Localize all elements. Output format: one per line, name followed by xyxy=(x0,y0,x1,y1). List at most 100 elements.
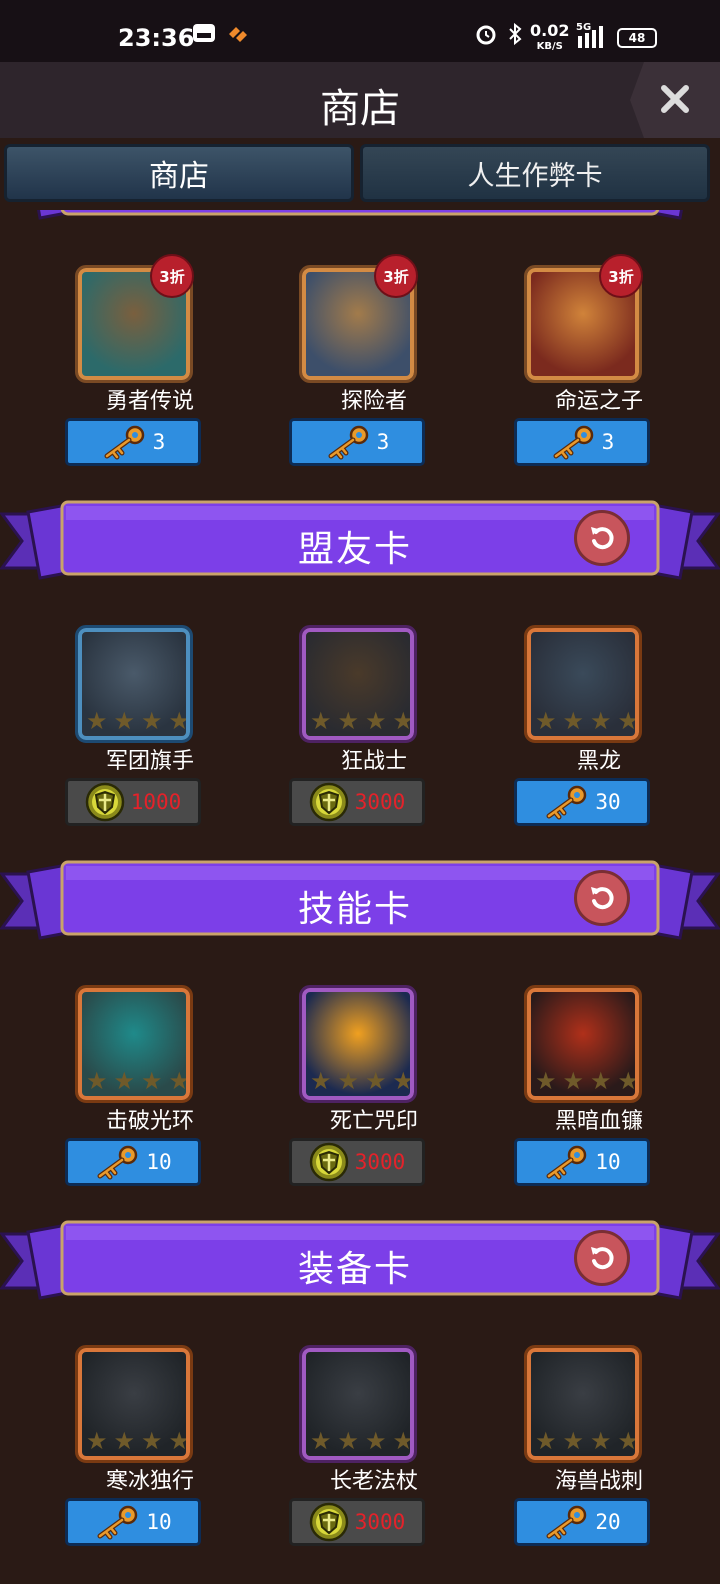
shop-item[interactable]: 3折 勇者传说 3 xyxy=(65,254,265,468)
star-icon: ★ xyxy=(86,707,108,735)
star-icon: ★ xyxy=(562,1427,584,1455)
refresh-button[interactable] xyxy=(574,1230,630,1286)
discount-badge: 3折 xyxy=(150,254,194,298)
item-portrait[interactable]: ★ ★ ★ ★ xyxy=(299,985,417,1103)
buy-button[interactable]: 10 xyxy=(65,1138,201,1186)
star-icon: ★ xyxy=(535,1427,557,1455)
key-icon xyxy=(104,425,144,460)
star-icon: ★ xyxy=(617,707,639,735)
star-rating: ★ ★ ★ ★ xyxy=(310,707,414,735)
network-speed: 0.02 KB/S xyxy=(530,21,570,53)
item-name: 命运之子 xyxy=(554,389,643,414)
star-icon: ★ xyxy=(617,1427,639,1455)
shop-item[interactable]: ★ ★ ★ ★ 黑龙 30 xyxy=(514,625,714,828)
section-title: 盟友卡 xyxy=(297,529,412,570)
item-portrait[interactable]: ★ ★ ★ ★ xyxy=(299,625,417,743)
buy-button[interactable]: 3 xyxy=(289,418,425,466)
shop-item[interactable]: ★ ★ ★ ★ 军团旗手 1000 xyxy=(65,625,265,828)
star-icon: ★ xyxy=(337,707,359,735)
shop-item[interactable]: ★ ★ ★ ★ 海兽战刺 20 xyxy=(514,1345,714,1548)
shop-item[interactable]: ★ ★ ★ ★ 击破光环 10 xyxy=(65,985,265,1188)
item-portrait[interactable]: ★ ★ ★ ★ xyxy=(75,625,193,743)
buy-button[interactable]: 10 xyxy=(65,1498,201,1546)
section-banner-0: 资质卡 xyxy=(0,210,720,230)
buy-button[interactable]: 3000 xyxy=(289,778,425,826)
item-portrait[interactable]: ★ ★ ★ ★ xyxy=(299,1345,417,1463)
star-rating: ★ ★ ★ ★ xyxy=(310,1429,410,1453)
item-portrait[interactable]: ★ ★ ★ ★ xyxy=(524,1345,642,1463)
refresh-button[interactable] xyxy=(574,510,630,566)
shop-item[interactable]: 3折 探险者 3 xyxy=(289,254,489,468)
buy-button[interactable]: 3000 xyxy=(289,1138,425,1186)
ribbon-background xyxy=(37,210,683,220)
shop-item[interactable]: 3折命运之子 3 xyxy=(514,254,714,468)
key-icon xyxy=(546,1505,587,1540)
shop-item[interactable]: ★ ★ ★ ★ 长老法杖 3000 xyxy=(289,1345,489,1548)
network-speed-value: 0.02 xyxy=(530,21,570,40)
price-value: 3000 xyxy=(354,1150,406,1174)
item-portrait[interactable]: ★ ★ ★ ★ xyxy=(524,625,642,743)
item-portrait[interactable]: ★ ★ ★ ★ xyxy=(524,985,642,1103)
star-icon: ★ xyxy=(140,1427,163,1455)
shop-item[interactable]: ★ ★ ★ ★ 死亡咒印 3000 xyxy=(289,985,489,1188)
shop-list[interactable]: 资质卡3折勇者传说33折探险者33折命运之子3盟友卡★★★★军团旗手1000★★… xyxy=(0,210,720,1584)
item-name: 海兽战刺 xyxy=(554,1469,643,1494)
key-icon xyxy=(553,425,593,460)
item-name: 寒冰独行 xyxy=(105,1469,194,1494)
star-icon: ★ xyxy=(562,1067,584,1095)
star-icon: ★ xyxy=(364,1067,387,1095)
app-icon xyxy=(226,22,250,48)
star-icon: ★ xyxy=(617,1067,639,1095)
price-value: 3000 xyxy=(354,790,406,814)
buy-button[interactable]: 3 xyxy=(65,418,201,466)
refresh-icon xyxy=(591,527,614,550)
star-rating: ★ ★ ★ ★ xyxy=(310,1067,410,1095)
gallery-icon xyxy=(192,22,216,48)
section-title: 装备卡 xyxy=(297,1249,412,1290)
title-bar: 商店 xyxy=(0,62,720,138)
item-name: 狂战士 xyxy=(340,749,407,774)
shop-item[interactable]: ★ ★ ★ ★ 黑暗血镰 10 xyxy=(514,985,714,1188)
section-title: 技能卡 xyxy=(297,889,412,930)
item-name: 长老法杖 xyxy=(329,1469,418,1494)
battery-icon: 48 xyxy=(617,28,657,48)
item-portrait[interactable]: ★ ★ ★ ★ xyxy=(75,985,193,1103)
buy-button[interactable]: 3000 xyxy=(289,1498,425,1546)
star-rating: ★ ★ ★ ★ xyxy=(86,1067,190,1095)
price-value: 1000 xyxy=(130,790,182,814)
page-title: 商店 xyxy=(320,86,400,132)
discount-badge: 3折 xyxy=(599,254,643,298)
star-icon: ★ xyxy=(589,707,612,735)
star-icon: ★ xyxy=(392,707,414,735)
section-title: 资质卡 xyxy=(60,210,650,212)
item-name: 军团旗手 xyxy=(105,749,194,774)
shop-item[interactable]: ★ ★ ★ ★ 狂战士 3000 xyxy=(289,625,489,828)
item-portrait[interactable]: ★ ★ ★ ★ xyxy=(75,1345,193,1463)
close-button[interactable] xyxy=(630,62,720,138)
tab-shop[interactable]: 商店 xyxy=(4,144,354,202)
buy-button[interactable]: 10 xyxy=(514,1138,650,1186)
section-banner-3: 装备卡 xyxy=(0,1220,720,1310)
star-icon: ★ xyxy=(310,1067,332,1095)
key-icon xyxy=(328,425,368,460)
coin-icon xyxy=(85,782,124,822)
buy-button[interactable]: 30 xyxy=(514,778,650,826)
star-icon: ★ xyxy=(140,707,163,735)
buy-button[interactable]: 20 xyxy=(514,1498,650,1546)
price-value: 3000 xyxy=(354,1510,406,1534)
price-value: 3 xyxy=(152,430,166,454)
refresh-button[interactable] xyxy=(574,870,630,926)
star-icon: ★ xyxy=(86,1067,108,1095)
shop-item[interactable]: ★ ★ ★ ★ 寒冰独行 10 xyxy=(65,1345,265,1548)
key-icon xyxy=(546,1145,587,1180)
star-rating: ★ ★ ★ ★ xyxy=(86,1427,186,1455)
coin-icon xyxy=(309,1142,348,1182)
buy-button[interactable]: 3 xyxy=(514,418,650,466)
star-icon: ★ xyxy=(589,1427,612,1455)
tab-cheat-cards-label: 人生作弊卡 xyxy=(467,160,603,192)
tab-cheat-cards[interactable]: 人生作弊卡 xyxy=(360,144,710,202)
buy-button[interactable]: 1000 xyxy=(65,778,201,826)
coin-icon xyxy=(309,1502,348,1542)
item-name: 击破光环 xyxy=(105,1109,194,1134)
star-icon: ★ xyxy=(168,1067,190,1095)
